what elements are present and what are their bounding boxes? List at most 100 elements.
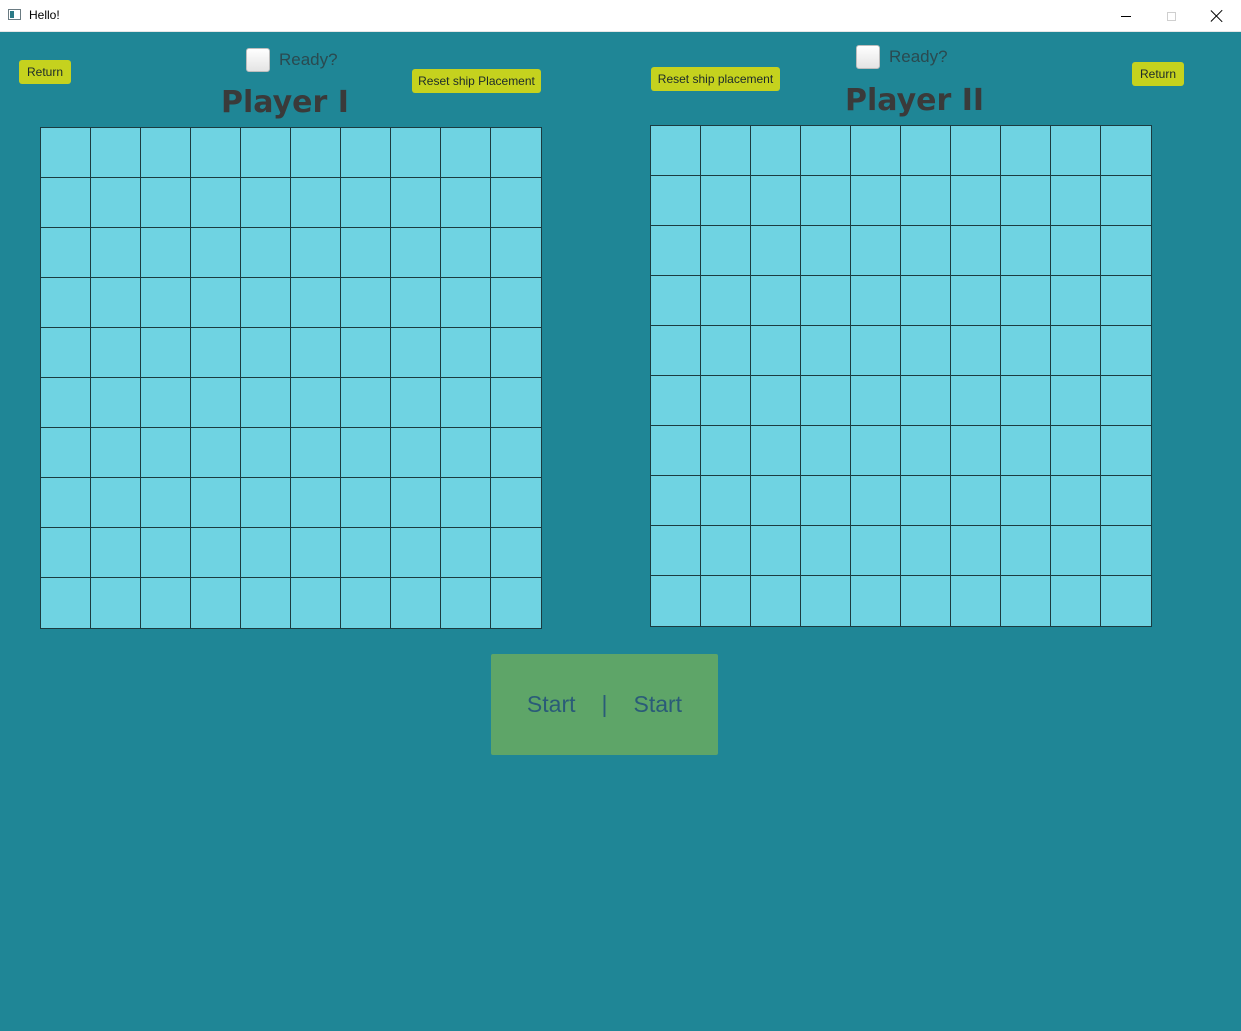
player2-grid-cell[interactable] [851,226,901,276]
player1-grid-cell[interactable] [41,578,91,628]
player2-grid-cell[interactable] [1001,426,1051,476]
player1-grid-cell[interactable] [91,478,141,528]
player1-grid-cell[interactable] [41,428,91,478]
player1-return-button[interactable]: Return [19,60,71,84]
player2-grid-cell[interactable] [751,426,801,476]
player2-grid-cell[interactable] [901,576,951,626]
player1-grid-cell[interactable] [441,528,491,578]
player2-grid-cell[interactable] [701,226,751,276]
player2-grid-cell[interactable] [1001,276,1051,326]
player1-grid-cell[interactable] [491,428,541,478]
player1-grid-cell[interactable] [141,528,191,578]
player2-grid-cell[interactable] [751,226,801,276]
player2-grid-cell[interactable] [1001,526,1051,576]
player1-grid-cell[interactable] [391,328,441,378]
player1-grid-cell[interactable] [441,328,491,378]
player1-grid-cell[interactable] [491,278,541,328]
player2-grid-cell[interactable] [851,276,901,326]
player1-grid-cell[interactable] [491,378,541,428]
player2-grid-cell[interactable] [951,376,1001,426]
player1-grid-cell[interactable] [241,478,291,528]
player1-grid-cell[interactable] [91,278,141,328]
player1-grid-cell[interactable] [41,178,91,228]
player2-grid-cell[interactable] [701,326,751,376]
player1-grid-cell[interactable] [341,278,391,328]
player1-grid-cell[interactable] [341,578,391,628]
player1-grid-cell[interactable] [141,278,191,328]
player2-grid-cell[interactable] [851,526,901,576]
player1-grid-cell[interactable] [291,578,341,628]
player2-grid-cell[interactable] [1101,176,1151,226]
player1-grid-cell[interactable] [291,428,341,478]
player1-grid-cell[interactable] [91,128,141,178]
player1-ready-checkbox[interactable] [246,48,270,72]
player1-grid-cell[interactable] [391,428,441,478]
player2-grid-cell[interactable] [651,126,701,176]
player2-grid-cell[interactable] [901,426,951,476]
player2-grid-cell[interactable] [901,276,951,326]
player2-grid-cell[interactable] [1101,576,1151,626]
player2-reset-button[interactable]: Reset ship placement [651,67,780,91]
player2-grid-cell[interactable] [751,576,801,626]
player1-grid-cell[interactable] [291,228,341,278]
player2-grid-cell[interactable] [651,526,701,576]
player2-grid-cell[interactable] [701,526,751,576]
player2-grid-cell[interactable] [1101,426,1151,476]
player1-grid-cell[interactable] [191,178,241,228]
player1-grid-cell[interactable] [141,378,191,428]
player1-grid-cell[interactable] [191,228,241,278]
player2-grid-cell[interactable] [801,576,851,626]
player1-grid-cell[interactable] [441,228,491,278]
player1-grid-cell[interactable] [191,578,241,628]
player2-grid-cell[interactable] [1101,476,1151,526]
player1-grid-cell[interactable] [91,428,141,478]
player2-grid-cell[interactable] [651,476,701,526]
player1-grid-cell[interactable] [441,128,491,178]
player2-grid-cell[interactable] [751,326,801,376]
player1-grid-cell[interactable] [91,528,141,578]
player2-grid-cell[interactable] [801,176,851,226]
player2-grid-cell[interactable] [701,376,751,426]
player1-grid-cell[interactable] [141,128,191,178]
player1-grid-cell[interactable] [291,528,341,578]
player1-grid-cell[interactable] [491,478,541,528]
player1-grid-cell[interactable] [291,128,341,178]
player2-grid-cell[interactable] [901,326,951,376]
player1-grid-cell[interactable] [391,578,441,628]
player1-grid-cell[interactable] [341,178,391,228]
player2-grid-cell[interactable] [751,126,801,176]
player2-grid-cell[interactable] [751,176,801,226]
player2-grid-cell[interactable] [651,376,701,426]
player2-grid-cell[interactable] [651,426,701,476]
player2-grid-cell[interactable] [901,226,951,276]
start-button[interactable]: Start | Start [491,654,718,755]
player2-grid-cell[interactable] [1051,526,1101,576]
player1-grid-cell[interactable] [41,478,91,528]
player2-grid-cell[interactable] [651,576,701,626]
player1-grid-cell[interactable] [291,178,341,228]
player1-grid-cell[interactable] [91,578,141,628]
player1-grid-cell[interactable] [141,178,191,228]
player1-grid-cell[interactable] [241,428,291,478]
player2-grid-cell[interactable] [701,476,751,526]
player2-grid-cell[interactable] [801,326,851,376]
player1-grid-cell[interactable] [441,478,491,528]
player1-grid-cell[interactable] [441,278,491,328]
player2-grid-cell[interactable] [851,176,901,226]
player2-grid-cell[interactable] [1001,126,1051,176]
player2-grid-cell[interactable] [901,126,951,176]
player1-grid-cell[interactable] [41,228,91,278]
player2-grid-cell[interactable] [751,276,801,326]
player2-grid-cell[interactable] [801,526,851,576]
player1-grid-cell[interactable] [491,328,541,378]
player2-grid-cell[interactable] [651,226,701,276]
player1-grid-cell[interactable] [141,578,191,628]
player2-grid-cell[interactable] [1001,226,1051,276]
player1-grid-cell[interactable] [191,328,241,378]
player2-grid-cell[interactable] [1001,476,1051,526]
player2-grid-cell[interactable] [901,176,951,226]
player1-grid-cell[interactable] [391,228,441,278]
player2-grid-cell[interactable] [851,126,901,176]
player1-grid-cell[interactable] [341,128,391,178]
player2-grid-cell[interactable] [951,426,1001,476]
